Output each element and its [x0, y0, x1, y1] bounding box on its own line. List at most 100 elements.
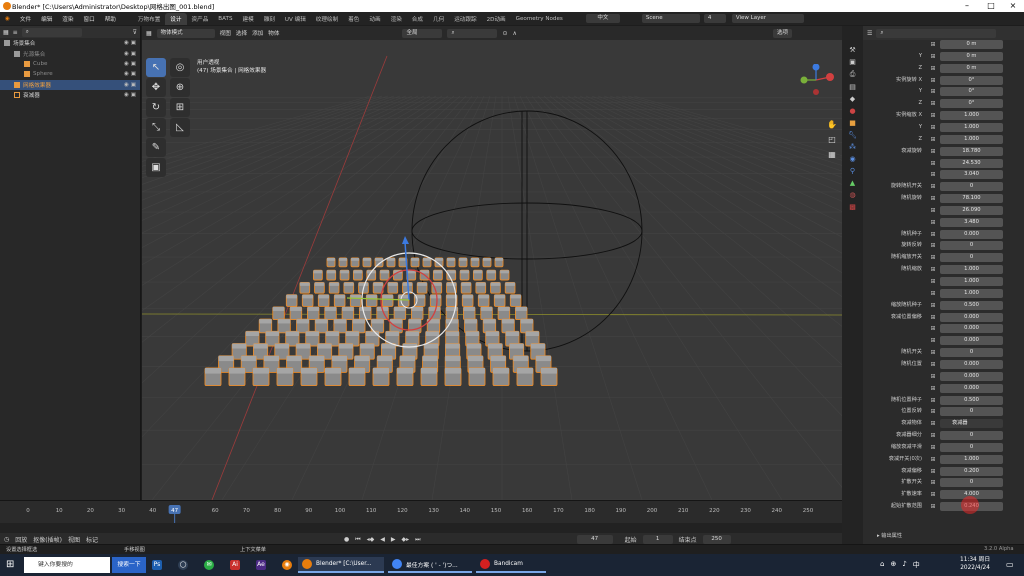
marker-menu[interactable]: 标记 [86, 535, 98, 544]
property-value-field[interactable]: 18.780 [940, 146, 1003, 156]
keyframe-toggle-icon[interactable]: ⊞ [929, 314, 937, 321]
3d-viewport[interactable] [142, 26, 842, 500]
clock[interactable]: 11:34 周日 2022/4/24 [960, 556, 990, 572]
workspace-tab[interactable]: 建模 [238, 13, 259, 25]
property-value-field[interactable]: 1.000 [940, 277, 1003, 286]
property-value-field[interactable]: 1.000 [940, 288, 1003, 298]
keyframe-toggle-icon[interactable]: ⊞ [929, 361, 937, 368]
notification-icon[interactable]: ▭ [1006, 560, 1014, 569]
taskbar-app-bandicam[interactable]: Bandicam [476, 557, 546, 573]
next-keyframe-icon[interactable]: ◆▸ [402, 536, 410, 543]
workspace-tab[interactable]: UV 编辑 [280, 13, 311, 25]
keyframe-toggle-icon[interactable]: ⊞ [929, 397, 937, 404]
keying-menu[interactable]: 抠像(插帧) [33, 535, 62, 544]
keyframe-toggle-icon[interactable]: ⊞ [929, 349, 937, 356]
wechat-icon[interactable]: ✉ [204, 560, 214, 570]
measure-tool-button[interactable]: ◺ [170, 118, 190, 137]
keyframe-toggle-icon[interactable]: ⊞ [929, 112, 937, 119]
select-tool-button[interactable]: ↖ [146, 58, 166, 77]
property-value-field[interactable]: 24.530 [940, 158, 1003, 168]
keyframe-toggle-icon[interactable]: ⊞ [929, 325, 937, 332]
scene-number[interactable]: 4 [703, 14, 726, 23]
scene-tab-icon[interactable]: ◆ [850, 95, 855, 103]
keyframe-toggle-icon[interactable]: ⊞ [929, 278, 937, 285]
keyframe-toggle-icon[interactable]: ⊞ [929, 41, 937, 48]
outliner-item[interactable]: Cube ◉ ▣ [0, 59, 140, 69]
property-value-field[interactable]: 0 m [940, 40, 1003, 49]
property-value-field[interactable]: 0.000 [940, 312, 1003, 322]
keyframe-toggle-icon[interactable]: ⊞ [929, 491, 937, 498]
options-dropdown[interactable]: 选项 [772, 28, 792, 38]
play-icon[interactable]: ▶ [391, 536, 396, 543]
keyframe-toggle-icon[interactable]: ⊞ [929, 148, 937, 155]
record-icon[interactable]: ● [344, 536, 349, 543]
viewport-editor-icon[interactable]: ▦ [146, 30, 152, 37]
keyframe-toggle-icon[interactable]: ⊞ [929, 124, 937, 131]
viewport-menu-object[interactable]: 物体 [268, 29, 279, 37]
display-mode-icon[interactable]: ≡ [13, 29, 18, 36]
properties-search-input[interactable]: ⌕ [876, 28, 997, 38]
workspace-tab[interactable]: 动画 [364, 13, 385, 25]
timeline-track[interactable] [0, 523, 842, 533]
workspace-tab-active[interactable]: 设计 [165, 12, 187, 25]
menu-render[interactable]: 渲染 [57, 15, 78, 23]
object-picker-field[interactable]: 衰减器 [940, 419, 1003, 429]
property-value-field[interactable]: 0 [940, 442, 1003, 452]
keyframe-toggle-icon[interactable]: ⊞ [929, 171, 937, 178]
taskbar-app-chrome[interactable]: 最佳方案 ( ' - ')つ... [388, 557, 472, 573]
outliner-item[interactable]: 场景集合 ◉ ▣ [0, 38, 140, 48]
property-value-field[interactable]: 3.040 [940, 170, 1003, 180]
blender-pin-icon[interactable]: ◉ [282, 560, 292, 570]
property-value-field[interactable]: 0° [940, 75, 1003, 85]
keyframe-toggle-icon[interactable]: ⊞ [929, 503, 937, 510]
world-tab-icon[interactable]: ● [849, 107, 855, 115]
tray-icon[interactable]: ⊕ [890, 560, 896, 570]
cursor-tool-button[interactable]: ◎ [170, 58, 190, 77]
camera-view-icon[interactable]: ◰ [826, 135, 838, 147]
taskbar-search-input[interactable]: 键入你要搜的 [24, 557, 110, 573]
physics-tab-icon[interactable]: ◉ [849, 155, 855, 163]
workspace-tab[interactable]: 着色 [343, 13, 364, 25]
grid-view-icon[interactable]: ▦ [826, 150, 838, 162]
network-icon[interactable]: ⌂ [880, 560, 884, 570]
close-button[interactable]: × [1002, 0, 1024, 12]
keyframe-toggle-icon[interactable]: ⊞ [929, 337, 937, 344]
visibility-eye-icon[interactable]: ◉ ▣ [124, 51, 136, 57]
property-value-field[interactable]: 0° [940, 99, 1003, 109]
taskbar-search-button[interactable]: 搜索一下 [112, 557, 146, 573]
viewport-menu-view[interactable]: 视图 [220, 29, 231, 37]
keyframe-toggle-icon[interactable]: ⊞ [929, 160, 937, 167]
property-value-field[interactable]: 3.480 [940, 217, 1003, 227]
keyframe-toggle-icon[interactable]: ⊞ [929, 408, 937, 415]
start-frame-field[interactable]: 1 [642, 535, 673, 544]
illustrator-icon[interactable]: Ai [230, 560, 240, 570]
visibility-eye-icon[interactable]: ◉ ▣ [124, 40, 136, 46]
magnet-icon[interactable]: ∧ [513, 30, 517, 37]
property-value-field[interactable]: 0.000 [940, 336, 1003, 346]
keyframe-toggle-icon[interactable]: ⊞ [929, 302, 937, 309]
outliner-item[interactable]: 衰减器 ◉ ▣ [0, 90, 140, 100]
view-layer-tab-icon[interactable]: ▤ [849, 83, 856, 91]
jump-end-icon[interactable]: ⏭ [415, 536, 420, 544]
texture-tab-icon[interactable]: ▩ [849, 203, 856, 211]
property-value-field[interactable]: 0 [940, 253, 1003, 263]
play-reverse-icon[interactable]: ◀ [380, 536, 385, 543]
property-value-field[interactable]: 0.000 [940, 383, 1003, 393]
keyframe-toggle-icon[interactable]: ⊞ [929, 444, 937, 451]
property-value-field[interactable]: 1.000 [940, 111, 1003, 121]
property-value-field[interactable]: 0.000 [940, 359, 1003, 369]
browser-icon[interactable]: ◯ [178, 560, 188, 570]
photoshop-icon[interactable]: Ps [152, 560, 162, 570]
transform-orientation-dropdown[interactable]: 全局 [402, 28, 443, 38]
workspace-tab[interactable]: 渲染 [386, 13, 407, 25]
keyframe-toggle-icon[interactable]: ⊞ [929, 88, 937, 95]
output-attributes-panel[interactable]: ▸ 输出属性 [877, 532, 902, 539]
move-tool-button[interactable]: ✥ [146, 78, 166, 97]
end-frame-field[interactable]: 250 [702, 535, 731, 544]
menu-help[interactable]: 帮助 [100, 15, 121, 23]
property-value-field[interactable]: 0° [940, 87, 1003, 97]
keyframe-toggle-icon[interactable]: ⊞ [929, 468, 937, 475]
workspace-tab[interactable]: Geometry Nodes [511, 14, 568, 24]
timeline-editor-icon[interactable]: ◷ [4, 536, 9, 543]
keyframe-toggle-icon[interactable]: ⊞ [929, 219, 937, 226]
